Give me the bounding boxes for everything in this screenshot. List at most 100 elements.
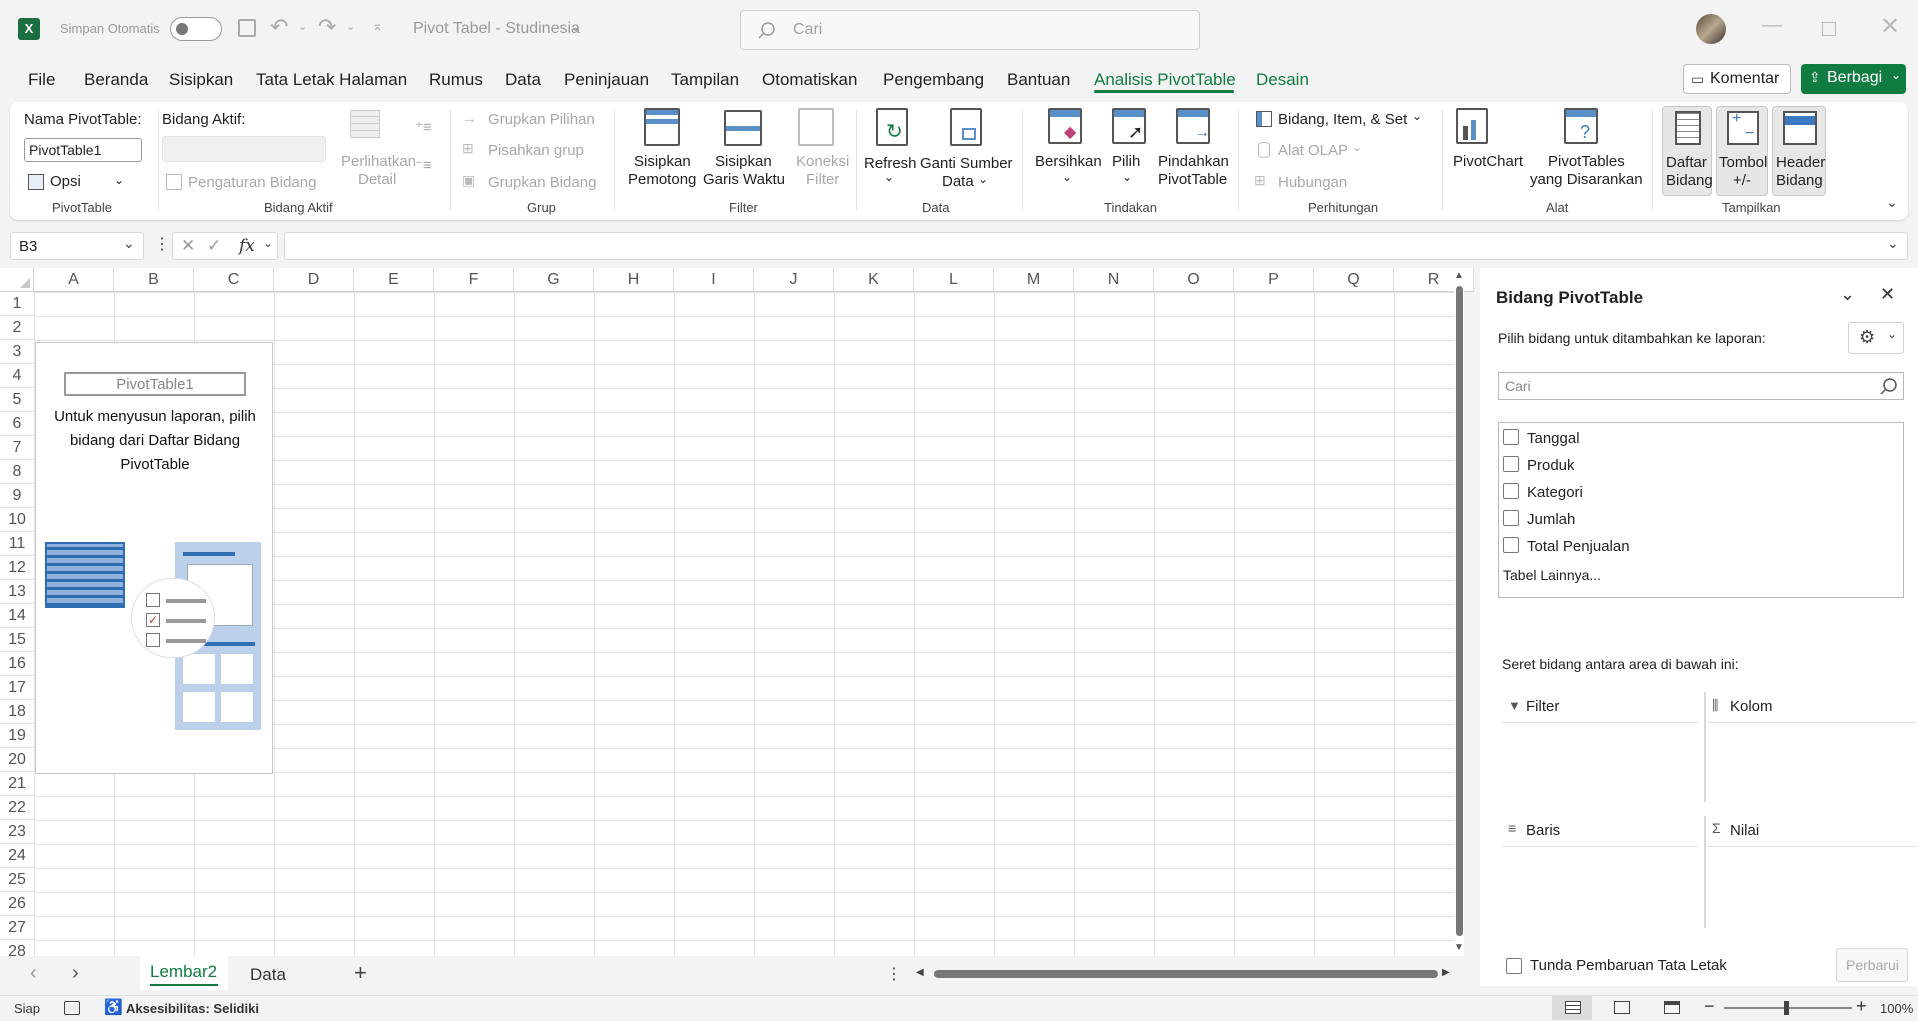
autosave-toggle[interactable] bbox=[170, 17, 222, 41]
field-item[interactable]: Total Penjualan bbox=[1503, 535, 1893, 557]
move-pivottable-icon[interactable]: → bbox=[1176, 108, 1210, 144]
recommended-pivottables-icon[interactable]: ? bbox=[1564, 108, 1598, 144]
name-box-chevron-icon[interactable]: ⌄ bbox=[123, 235, 135, 252]
restore-icon[interactable] bbox=[1822, 22, 1836, 36]
share-button[interactable]: ⇪ Berbagi ⌄ bbox=[1801, 64, 1906, 94]
accessibility-status[interactable]: Aksesibilitas: Selidiki bbox=[126, 1001, 259, 1016]
menu-rumus[interactable]: Rumus bbox=[429, 70, 483, 90]
expand-formula-chevron-icon[interactable]: ⌄ bbox=[1887, 235, 1899, 252]
redo-icon[interactable]: ↷ bbox=[318, 14, 336, 40]
row-header[interactable]: 12 bbox=[0, 556, 34, 580]
refresh-icon[interactable]: ↻ bbox=[876, 108, 908, 146]
scroll-down-icon[interactable]: ▼ bbox=[1454, 942, 1464, 953]
change-source-line2[interactable]: Data bbox=[942, 172, 974, 191]
clear-button[interactable]: Bersihkan bbox=[1035, 152, 1102, 171]
normal-view-icon[interactable] bbox=[1552, 996, 1592, 1020]
minimize-icon[interactable]: — bbox=[1762, 14, 1782, 37]
pane-tools-button[interactable]: ⚙ ⌄ bbox=[1848, 322, 1904, 354]
redo-dropdown-icon[interactable]: ⌄ bbox=[346, 20, 355, 33]
field-item[interactable]: Tanggal bbox=[1503, 427, 1893, 449]
row-header[interactable]: 2 bbox=[0, 316, 34, 340]
select-button[interactable]: Pilih bbox=[1112, 152, 1140, 171]
user-avatar[interactable] bbox=[1696, 14, 1726, 44]
recommended-line1[interactable]: PivotTables bbox=[1548, 152, 1625, 171]
accessibility-icon[interactable]: ♿ bbox=[104, 998, 123, 1016]
search-box[interactable]: Cari bbox=[740, 10, 1200, 50]
recommended-line2[interactable]: yang Disarankan bbox=[1530, 170, 1643, 189]
insert-timeline-line1[interactable]: Sisipkan bbox=[715, 152, 772, 171]
menu-pengembang[interactable]: Pengembang bbox=[883, 70, 984, 90]
page-break-view-icon[interactable] bbox=[1664, 1001, 1680, 1014]
row-header[interactable]: 27 bbox=[0, 916, 34, 940]
menu-tampilan[interactable]: Tampilan bbox=[671, 70, 739, 90]
values-area[interactable]: Σ Nilai bbox=[1704, 816, 1916, 928]
column-header[interactable]: K bbox=[834, 268, 914, 292]
row-header[interactable]: 6 bbox=[0, 412, 34, 436]
pivot-placeholder[interactable]: PivotTable1 Untuk menyusun laporan, pili… bbox=[35, 342, 273, 774]
sheet-options-icon[interactable]: ⋮ bbox=[886, 964, 902, 984]
values-drop-zone[interactable] bbox=[1708, 846, 1916, 928]
worksheet-grid[interactable]: ABCDEFGHIJKLMNOPQR 1 2 3 4 5 6 7 8 9 10 11 12 13 14 15… bbox=[0, 268, 1474, 964]
save-icon[interactable] bbox=[238, 19, 256, 37]
insert-timeline-line2[interactable]: Garis Waktu bbox=[703, 170, 785, 189]
row-header[interactable]: 9 bbox=[0, 484, 34, 508]
row-header[interactable]: 1 bbox=[0, 292, 34, 316]
select-icon[interactable]: ➚ bbox=[1112, 108, 1146, 144]
columns-drop-zone[interactable] bbox=[1708, 722, 1916, 802]
zoom-slider[interactable] bbox=[1724, 1001, 1852, 1015]
field-search-input[interactable]: Cari bbox=[1498, 372, 1904, 400]
undo-icon[interactable]: ↶ bbox=[270, 14, 288, 40]
close-window-icon[interactable]: ✕ bbox=[1880, 12, 1900, 41]
field-checkbox[interactable] bbox=[1503, 429, 1519, 445]
insert-slicer-line1[interactable]: Sisipkan bbox=[634, 152, 691, 171]
insert-function-chevron-icon[interactable]: ⌄ bbox=[263, 236, 273, 250]
columns-area[interactable]: ⫼ Kolom bbox=[1704, 692, 1916, 802]
hscroll-right-icon[interactable]: ▶ bbox=[1442, 967, 1450, 978]
page-layout-view-icon[interactable] bbox=[1614, 1001, 1630, 1014]
pane-options-chevron-icon[interactable]: ⌄ bbox=[1840, 284, 1855, 305]
collapse-ribbon-icon[interactable]: ⌄ bbox=[1886, 194, 1898, 211]
zoom-out-icon[interactable]: − bbox=[1704, 996, 1715, 1017]
menu-beranda[interactable]: Beranda bbox=[84, 70, 148, 90]
filter-area[interactable]: ▼ Filter bbox=[1502, 692, 1700, 802]
document-title[interactable]: Pivot Tabel - Studinesia bbox=[413, 20, 580, 38]
menu-sisipkan[interactable]: Sisipkan bbox=[169, 70, 233, 90]
column-header[interactable]: G bbox=[514, 268, 594, 292]
column-header[interactable]: D bbox=[274, 268, 354, 292]
move-pivottable-line1[interactable]: Pindahkan bbox=[1158, 152, 1229, 171]
vertical-scroll-thumb[interactable] bbox=[1456, 286, 1463, 936]
field-checkbox[interactable] bbox=[1503, 456, 1519, 472]
row-header[interactable]: 8 bbox=[0, 460, 34, 484]
field-search-icon[interactable] bbox=[1879, 377, 1899, 397]
column-header[interactable]: E bbox=[354, 268, 434, 292]
horizontal-scroll-thumb[interactable] bbox=[934, 970, 1438, 978]
row-header[interactable]: 14 bbox=[0, 604, 34, 628]
menu-peninjauan[interactable]: Peninjauan bbox=[564, 70, 649, 90]
row-header[interactable]: 3 bbox=[0, 340, 34, 364]
menu-bantuan[interactable]: Bantuan bbox=[1007, 70, 1070, 90]
row-header[interactable]: 24 bbox=[0, 844, 34, 868]
pivotchart-icon[interactable] bbox=[1456, 108, 1488, 144]
insert-slicer-line2[interactable]: Pemotong bbox=[628, 170, 696, 189]
column-header[interactable]: O bbox=[1154, 268, 1234, 292]
fields-items-sets-chevron-icon[interactable]: ⌄ bbox=[1412, 109, 1422, 123]
column-header[interactable]: I bbox=[674, 268, 754, 292]
column-header[interactable]: P bbox=[1234, 268, 1314, 292]
row-header[interactable]: 10 bbox=[0, 508, 34, 532]
refresh-chevron-icon[interactable]: ⌄ bbox=[884, 170, 894, 184]
comment-button[interactable]: ▭ Komentar bbox=[1683, 64, 1791, 94]
row-header[interactable]: 5 bbox=[0, 388, 34, 412]
column-header[interactable]: M bbox=[994, 268, 1074, 292]
menu-desain[interactable]: Desain bbox=[1256, 70, 1309, 90]
menu-file[interactable]: File bbox=[28, 70, 55, 90]
row-header[interactable]: 16 bbox=[0, 652, 34, 676]
hscroll-left-icon[interactable]: ◀ bbox=[916, 967, 924, 978]
vertical-scrollbar[interactable]: ▲ ▼ bbox=[1454, 268, 1464, 956]
column-header[interactable]: A bbox=[34, 268, 114, 292]
name-box[interactable]: B3 ⌄ bbox=[10, 232, 144, 260]
row-header[interactable]: 13 bbox=[0, 580, 34, 604]
menu-tata-letak[interactable]: Tata Letak Halaman bbox=[256, 70, 407, 90]
rows-drop-zone[interactable] bbox=[1502, 846, 1698, 928]
add-sheet-icon[interactable]: + bbox=[354, 960, 367, 986]
column-header[interactable]: J bbox=[754, 268, 834, 292]
